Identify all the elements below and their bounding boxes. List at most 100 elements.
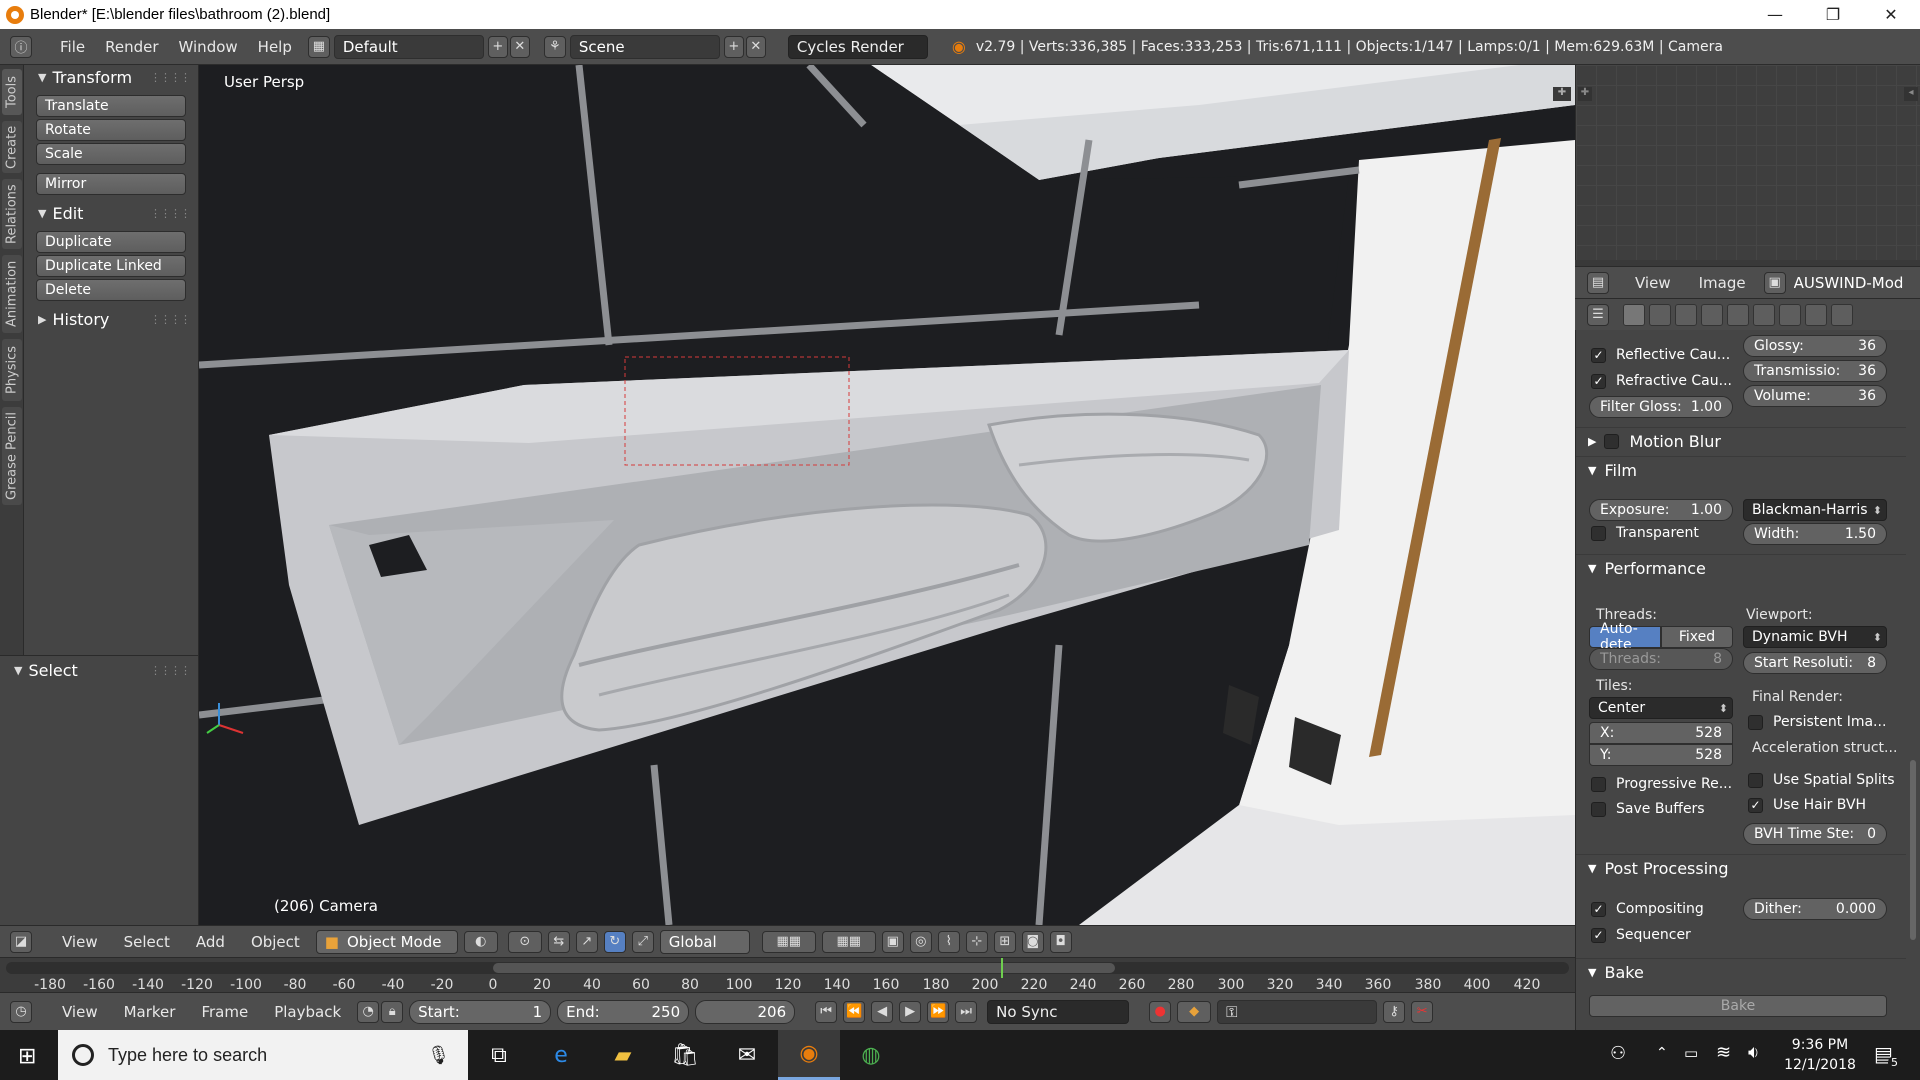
bvh-time-steps-field[interactable]: BVH Time Ste: 0 (1743, 823, 1887, 845)
menu-select[interactable]: Select (114, 929, 180, 955)
menu-view[interactable]: View (52, 999, 108, 1025)
timeline-editor-icon[interactable]: ◷ (10, 1000, 32, 1023)
timeline-scroll-thumb[interactable] (493, 963, 1115, 973)
render-engine-select[interactable]: Cycles Render (787, 34, 928, 59)
performance-section[interactable]: ▼ Performance (1576, 554, 1906, 582)
translate-button[interactable]: Translate (36, 95, 186, 117)
chrome-icon[interactable]: ◍ (840, 1030, 902, 1080)
image-editor-canvas[interactable]: ✚ ◂ (1575, 65, 1920, 260)
taskbar-search-box[interactable]: Type here to search 🎙︎ (58, 1030, 468, 1080)
maximize-button[interactable]: ❐ (1804, 0, 1862, 29)
filter-width-field[interactable]: Width: 1.50 (1743, 523, 1887, 545)
menu-file[interactable]: File (50, 34, 95, 60)
bake-button[interactable]: Bake (1589, 995, 1887, 1017)
manipulator-toggle-icon[interactable]: ⇆ (547, 930, 570, 953)
viewport-bvh-select[interactable]: Dynamic BVH (1743, 626, 1887, 648)
pixel-filter-select[interactable]: Blackman-Harris (1743, 499, 1887, 521)
sync-mode-select[interactable]: No Sync (987, 999, 1130, 1024)
rotate-manipulator-icon[interactable]: ↻ (603, 930, 626, 953)
show-hidden-icons-icon[interactable]: ⌃ (1656, 1045, 1668, 1061)
store-icon[interactable]: 🛍︎ (654, 1030, 716, 1080)
bake-section[interactable]: ▼ Bake (1576, 958, 1906, 986)
modifiers-tab-icon[interactable] (1779, 303, 1801, 326)
mode-select[interactable]: ■ Object Mode (315, 929, 458, 954)
duplicate-button[interactable]: Duplicate (36, 231, 186, 253)
layers-block-1-icon[interactable]: ▦▦ (761, 930, 816, 953)
task-view-icon[interactable]: ⧉ (468, 1030, 530, 1080)
snap-toggle-icon[interactable]: ⌇ (937, 930, 960, 953)
snap-target-icon[interactable]: ⊞ (993, 930, 1016, 953)
sequencer-checkbox[interactable]: ✓ Sequencer (1591, 927, 1691, 943)
tab-tools[interactable]: Tools (2, 69, 22, 115)
history-panel-header[interactable]: ▶ History ⋮⋮⋮⋮ (24, 307, 198, 331)
spatial-splits-checkbox[interactable]: Use Spatial Splits (1748, 772, 1895, 788)
tab-animation[interactable]: Animation (2, 255, 22, 333)
start-resolution-field[interactable]: Start Resoluti: 8 (1743, 652, 1887, 674)
timeline-ruler[interactable]: -180 -160 -140 -120 -100 -80 -60 -40 -20… (0, 957, 1575, 993)
glossy-bounces-field[interactable]: Glossy: 36 (1743, 335, 1887, 357)
rotate-button[interactable]: Rotate (36, 119, 186, 141)
viewport-shading-icon[interactable]: ◐ (463, 930, 498, 953)
system-clock[interactable]: 9:36 PM 12/1/2018 (1780, 1035, 1860, 1075)
opengl-animation-icon[interactable]: ◘ (1049, 930, 1072, 953)
delete-keyframe-icon[interactable]: ✂ (1411, 1000, 1434, 1023)
start-frame-field[interactable]: Start: 1 (409, 999, 552, 1024)
threads-fixed-button[interactable]: Fixed (1661, 626, 1733, 648)
motion-blur-section[interactable]: ▶ Motion Blur (1576, 427, 1906, 455)
minimize-button[interactable]: — (1746, 0, 1804, 29)
image-name-field[interactable]: AUSWIND-Modern (1794, 274, 1904, 292)
menu-object[interactable]: Object (241, 929, 310, 955)
constraints-tab-icon[interactable] (1753, 303, 1775, 326)
layers-block-2-icon[interactable]: ▦▦ (821, 930, 876, 953)
info-editor-icon[interactable]: ⓘ (10, 35, 32, 58)
play-reverse-icon[interactable]: ◀ (871, 1000, 894, 1023)
exposure-field[interactable]: Exposure: 1.00 (1589, 499, 1733, 521)
insert-keyframe-icon[interactable]: ⚷ (1383, 1000, 1406, 1023)
add-screen-icon[interactable]: + (487, 35, 508, 58)
menu-view[interactable]: View (52, 929, 108, 955)
volume-icon[interactable]: 🔉︎ (1748, 1042, 1759, 1063)
persistent-images-checkbox[interactable]: Persistent Ima... (1748, 714, 1886, 730)
battery-icon[interactable]: ▭ (1684, 1044, 1698, 1062)
scene-icon[interactable]: ⚘ (543, 35, 566, 58)
tab-grease-pencil[interactable]: Grease Pencil (2, 407, 22, 505)
keying-icon[interactable]: ◆ (1177, 1000, 1212, 1023)
windows-start-icon[interactable]: ⊞ (18, 1044, 36, 1069)
menu-add[interactable]: Add (186, 929, 235, 955)
image-browse-icon[interactable]: ▣ (1763, 271, 1786, 294)
object-tab-icon[interactable] (1727, 303, 1749, 326)
reflective-caustics-checkbox[interactable]: ✓ Reflective Cau... (1591, 347, 1730, 363)
menu-view[interactable]: View (1625, 270, 1681, 296)
translate-manipulator-icon[interactable]: ↗ (575, 930, 598, 953)
mirror-button[interactable]: Mirror (36, 173, 186, 195)
menu-image[interactable]: Image (1689, 270, 1756, 296)
menu-marker[interactable]: Marker (114, 999, 186, 1025)
mail-icon[interactable]: ✉ (716, 1030, 778, 1080)
tile-y-field[interactable]: Y: 528 (1589, 744, 1733, 766)
editor-type-icon[interactable]: ◪ (10, 930, 32, 953)
sidebar-toggle-icon[interactable]: ◂ (1904, 87, 1918, 101)
edge-browser-icon[interactable]: e (530, 1030, 592, 1080)
end-frame-field[interactable]: End: 250 (557, 999, 690, 1024)
render-layers-tab-icon[interactable] (1649, 303, 1671, 326)
add-scene-icon[interactable]: + (723, 35, 744, 58)
people-icon[interactable]: ⚇ (1610, 1043, 1626, 1064)
tab-create[interactable]: Create (2, 121, 22, 173)
transform-panel-header[interactable]: ▼ Transform ⋮⋮⋮⋮ (24, 65, 198, 89)
transmission-bounces-field[interactable]: Transmissio: 36 (1743, 360, 1887, 382)
scene-field[interactable]: Scene (569, 34, 720, 59)
remove-screen-icon[interactable]: ✕ (509, 35, 530, 58)
render-tab-icon[interactable] (1623, 303, 1645, 326)
scale-manipulator-icon[interactable]: ⤢ (631, 930, 654, 953)
area-split-icon[interactable]: ✚ (1553, 87, 1571, 101)
menu-window[interactable]: Window (169, 34, 248, 60)
screen-layout-icon[interactable]: ▦ (307, 35, 330, 58)
area-split-icon[interactable]: ✚ (1578, 87, 1592, 101)
jump-end-icon[interactable]: ⏭ (955, 1000, 978, 1023)
lock-time-icon[interactable]: 🔒︎ (381, 1000, 404, 1023)
timeline-scrollbar[interactable] (6, 962, 1569, 974)
microphone-icon[interactable]: 🎙︎ (427, 1045, 450, 1066)
delete-button[interactable]: Delete (36, 279, 186, 301)
menu-render[interactable]: Render (95, 34, 168, 60)
blender-taskbar-icon[interactable]: ◉ (778, 1030, 840, 1080)
